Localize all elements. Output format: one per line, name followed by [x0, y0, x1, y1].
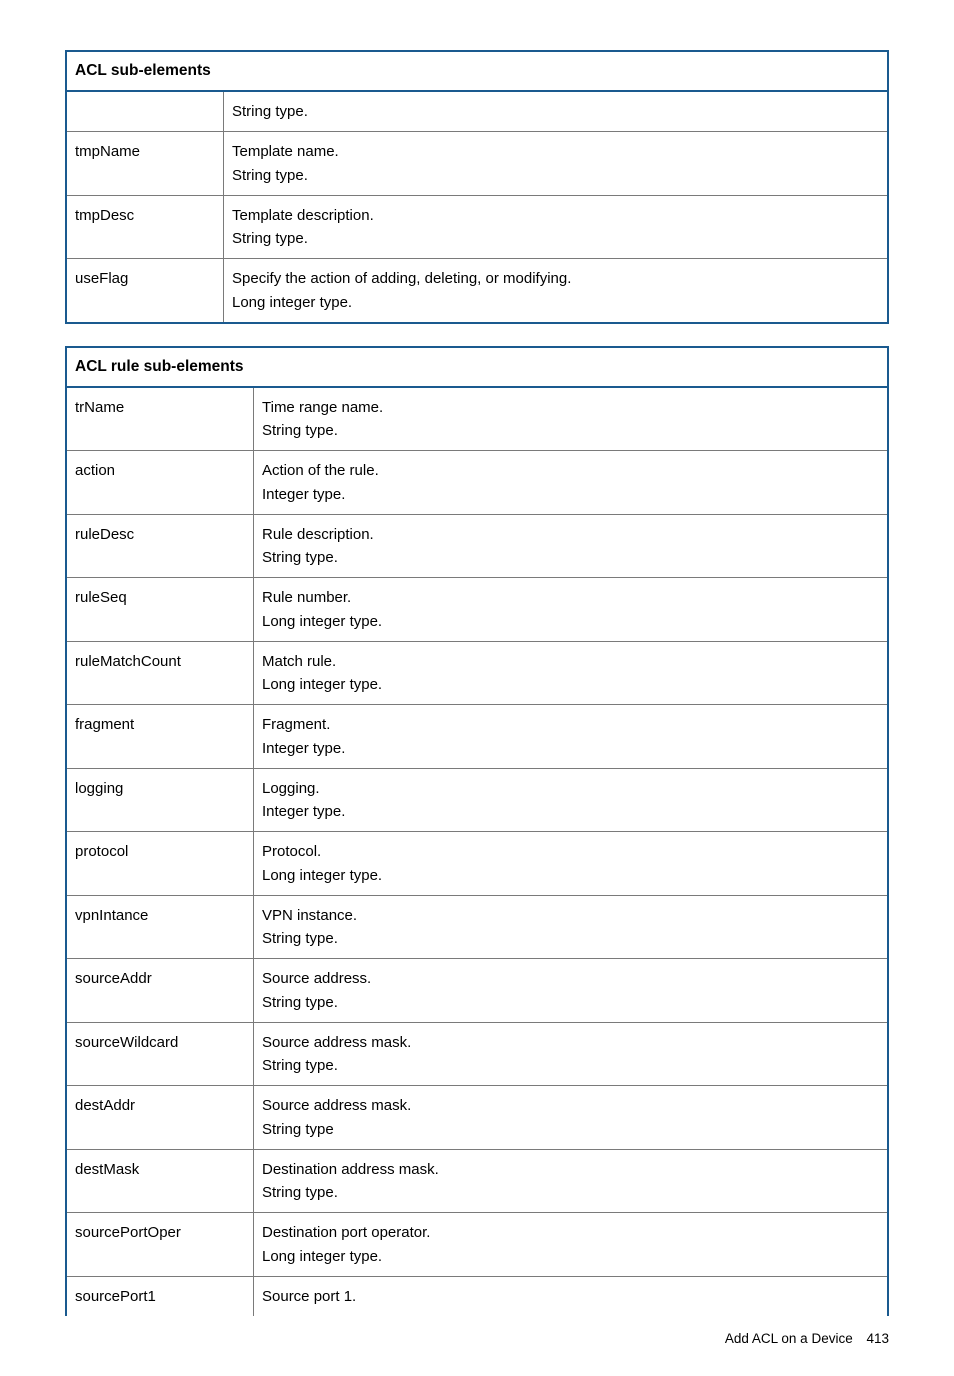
param-desc: Specify the action of adding, deleting, … [224, 259, 889, 323]
table-row: String type. [66, 91, 888, 132]
param-name: sourcePortOper [66, 1213, 254, 1277]
param-name: tmpName [66, 132, 224, 196]
param-name: ruleDesc [66, 514, 254, 578]
table-row: ruleDescRule description. String type. [66, 514, 888, 578]
param-name: ruleSeq [66, 578, 254, 642]
table-row: ruleSeqRule number. Long integer type. [66, 578, 888, 642]
footer-section: Add ACL on a Device [725, 1331, 853, 1346]
param-desc: Source address mask. String type. [254, 1022, 889, 1086]
acl-rule-sub-elements-table: ACL rule sub-elements trNameTime range n… [65, 346, 889, 1316]
param-name: action [66, 451, 254, 515]
table-row: tmpDescTemplate description. String type… [66, 195, 888, 259]
param-desc: Destination port operator. Long integer … [254, 1213, 889, 1277]
param-name: destMask [66, 1149, 254, 1213]
table-row: sourcePortOperDestination port operator.… [66, 1213, 888, 1277]
param-name: ruleMatchCount [66, 641, 254, 705]
table-row: useFlagSpecify the action of adding, del… [66, 259, 888, 323]
param-name: protocol [66, 832, 254, 896]
page-content: ACL sub-elements String type.tmpNameTemp… [0, 0, 954, 1376]
param-name: vpnIntance [66, 895, 254, 959]
param-name: sourcePort1 [66, 1276, 254, 1316]
table-row: fragmentFragment. Integer type. [66, 705, 888, 769]
param-desc: VPN instance. String type. [254, 895, 889, 959]
table-row: loggingLogging. Integer type. [66, 768, 888, 832]
param-desc: Protocol. Long integer type. [254, 832, 889, 896]
param-desc: Rule number. Long integer type. [254, 578, 889, 642]
param-desc: String type. [224, 91, 889, 132]
param-desc: Match rule. Long integer type. [254, 641, 889, 705]
param-desc: Template description. String type. [224, 195, 889, 259]
param-name: tmpDesc [66, 195, 224, 259]
param-desc: Source address mask. String type [254, 1086, 889, 1150]
table-row: sourcePort1Source port 1. [66, 1276, 888, 1316]
param-name: trName [66, 387, 254, 451]
param-desc: Template name. String type. [224, 132, 889, 196]
table-body: String type.tmpNameTemplate name. String… [66, 91, 888, 323]
table-row: vpnIntanceVPN instance. String type. [66, 895, 888, 959]
table-row: protocolProtocol. Long integer type. [66, 832, 888, 896]
param-name: sourceWildcard [66, 1022, 254, 1086]
table-row: trNameTime range name. String type. [66, 387, 888, 451]
param-desc: Rule description. String type. [254, 514, 889, 578]
table-row: destAddrSource address mask. String type [66, 1086, 888, 1150]
param-desc: Logging. Integer type. [254, 768, 889, 832]
table-row: sourceWildcardSource address mask. Strin… [66, 1022, 888, 1086]
param-desc: Action of the rule. Integer type. [254, 451, 889, 515]
param-desc: Source address. String type. [254, 959, 889, 1023]
table-body: trNameTime range name. String type.actio… [66, 387, 888, 1316]
param-desc: Time range name. String type. [254, 387, 889, 451]
table-row: ruleMatchCountMatch rule. Long integer t… [66, 641, 888, 705]
table-row: sourceAddrSource address. String type. [66, 959, 888, 1023]
param-name: destAddr [66, 1086, 254, 1150]
param-name [66, 91, 224, 132]
acl-sub-elements-table: ACL sub-elements String type.tmpNameTemp… [65, 50, 889, 324]
table-caption: ACL sub-elements [66, 51, 888, 91]
table-row: actionAction of the rule. Integer type. [66, 451, 888, 515]
table-caption: ACL rule sub-elements [66, 347, 888, 387]
table-row: destMaskDestination address mask. String… [66, 1149, 888, 1213]
param-desc: Fragment. Integer type. [254, 705, 889, 769]
param-desc: Source port 1. [254, 1276, 889, 1316]
param-name: logging [66, 768, 254, 832]
param-name: useFlag [66, 259, 224, 323]
param-desc: Destination address mask. String type. [254, 1149, 889, 1213]
param-name: fragment [66, 705, 254, 769]
param-name: sourceAddr [66, 959, 254, 1023]
footer-page-number: 413 [866, 1331, 889, 1346]
table-row: tmpNameTemplate name. String type. [66, 132, 888, 196]
page-footer: Add ACL on a Device 413 [725, 1331, 889, 1346]
